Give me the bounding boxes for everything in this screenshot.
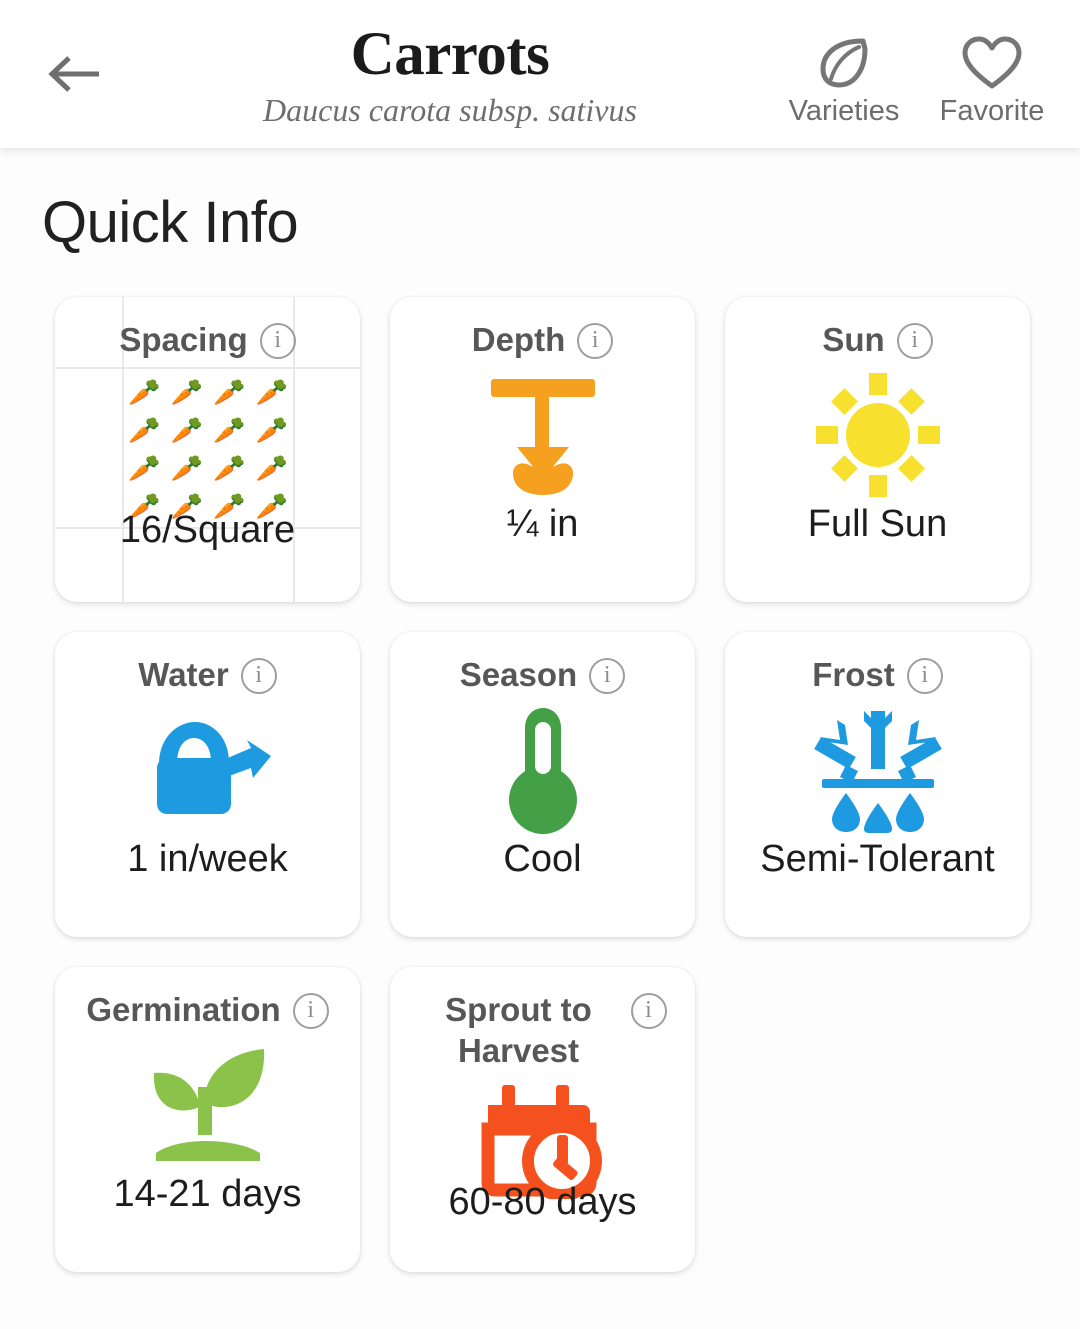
card-header: Frost i	[725, 632, 1030, 695]
carrot-glyph: 🥕	[170, 415, 203, 445]
card-title: Sun	[822, 321, 885, 358]
card-value: 16/Square	[119, 509, 296, 551]
app-header: Carrots Daucus carota subsp. sativus Var…	[0, 0, 1080, 148]
card-value: ¼ in	[506, 503, 579, 545]
carrot-glyph: 🥕	[213, 377, 246, 407]
melting-snowflake-icon	[813, 711, 942, 833]
quick-info-card-sun[interactable]: Sun i Full Sun	[725, 297, 1030, 602]
card-value: Semi-Tolerant	[760, 838, 995, 880]
info-icon[interactable]: i	[292, 993, 329, 1029]
quick-info-card-sprout-to-harvest[interactable]: Sprout to Harvest i 60-80 days	[390, 967, 695, 1272]
info-icon[interactable]: i	[259, 323, 296, 359]
info-icon[interactable]: i	[906, 658, 943, 694]
carrot-spacing-grid-icon: 🥕 🥕 🥕 🥕 🥕 🥕 🥕 🥕 🥕 🥕 🥕 🥕 🥕 🥕 🥕 🥕	[123, 373, 293, 525]
card-title: Germination	[86, 991, 281, 1028]
planting-depth-icon	[490, 379, 595, 495]
quick-info-card-grid: Spacing i 🥕 🥕 🥕 🥕 🥕 🥕 🥕 🥕 🥕 🥕 🥕 🥕 🥕 🥕 🥕 …	[55, 297, 1055, 1272]
favorite-button[interactable]: Favorite	[922, 34, 1062, 128]
card-value: 1 in/week	[127, 838, 288, 880]
card-title: Spacing	[119, 321, 248, 358]
quick-info-card-depth[interactable]: Depth i ¼ in	[390, 297, 695, 602]
page-subtitle: Daucus carota subsp. sativus	[263, 92, 637, 128]
arrow-left-icon	[48, 56, 99, 92]
card-value: 60-80 days	[448, 1181, 637, 1223]
quick-info-card-spacing[interactable]: Spacing i 🥕 🥕 🥕 🥕 🥕 🥕 🥕 🥕 🥕 🥕 🥕 🥕 🥕 🥕 🥕 …	[55, 297, 360, 602]
card-art	[725, 360, 1030, 510]
card-art	[390, 695, 695, 845]
carrot-glyph: 🥕	[128, 453, 161, 483]
leaf-icon	[815, 34, 873, 92]
info-icon[interactable]: i	[240, 658, 277, 694]
carrot-glyph: 🥕	[170, 453, 203, 483]
heart-icon	[961, 34, 1023, 92]
varieties-label: Varieties	[788, 95, 900, 127]
card-header: Sprout to Harvest i	[390, 967, 695, 1071]
card-header: Germination i	[55, 967, 360, 1030]
card-value: Cool	[503, 838, 582, 880]
quick-info-heading: Quick Info	[42, 190, 299, 255]
card-title: Frost	[812, 656, 895, 693]
card-header: Season i	[390, 632, 695, 695]
info-icon[interactable]: i	[896, 323, 933, 359]
thermometer-icon	[508, 708, 577, 834]
card-title: Sprout to Harvest	[445, 991, 592, 1069]
watering-can-icon	[156, 722, 271, 814]
card-art	[55, 1030, 360, 1180]
card-art	[725, 695, 1030, 845]
carrot-glyph: 🥕	[128, 377, 161, 407]
carrot-glyph: 🥕	[128, 415, 161, 445]
card-title: Water	[138, 656, 229, 693]
seedling-icon	[153, 1049, 264, 1161]
carrot-glyph: 🥕	[255, 453, 288, 483]
page-title: Carrots	[350, 21, 550, 88]
carrot-glyph: 🥕	[255, 415, 288, 445]
card-art	[55, 695, 360, 845]
card-header: Sun i	[725, 297, 1030, 360]
card-art	[390, 360, 695, 510]
favorite-label: Favorite	[939, 95, 1045, 127]
carrot-glyph: 🥕	[170, 377, 203, 407]
card-header: Spacing i	[55, 297, 360, 360]
carrot-glyph: 🥕	[213, 453, 246, 483]
card-value: 14-21 days	[113, 1173, 302, 1215]
card-value: Full Sun	[807, 503, 948, 545]
info-icon[interactable]: i	[589, 658, 626, 694]
carrot-glyph: 🥕	[255, 377, 288, 407]
info-icon[interactable]: i	[630, 993, 667, 1029]
varieties-button[interactable]: Varieties	[774, 34, 914, 128]
back-button[interactable]	[44, 46, 106, 102]
card-header: Water i	[55, 632, 360, 695]
header-actions: Varieties Favorite	[774, 34, 1062, 128]
card-title: Depth	[471, 321, 566, 358]
card-title: Season	[459, 656, 578, 693]
card-header: Depth i	[390, 297, 695, 360]
carrot-glyph: 🥕	[213, 415, 246, 445]
header-title-block: Carrots Daucus carota subsp. sativus	[150, 22, 750, 130]
quick-info-card-season[interactable]: Season i Cool	[390, 632, 695, 937]
sun-icon	[815, 373, 940, 497]
quick-info-card-water[interactable]: Water i 1 in/week	[55, 632, 360, 937]
info-icon[interactable]: i	[577, 323, 614, 359]
quick-info-card-germination[interactable]: Germination i 14-21 days	[55, 967, 360, 1272]
quick-info-card-frost[interactable]: Frost i Semi-Tolerant	[725, 632, 1030, 937]
